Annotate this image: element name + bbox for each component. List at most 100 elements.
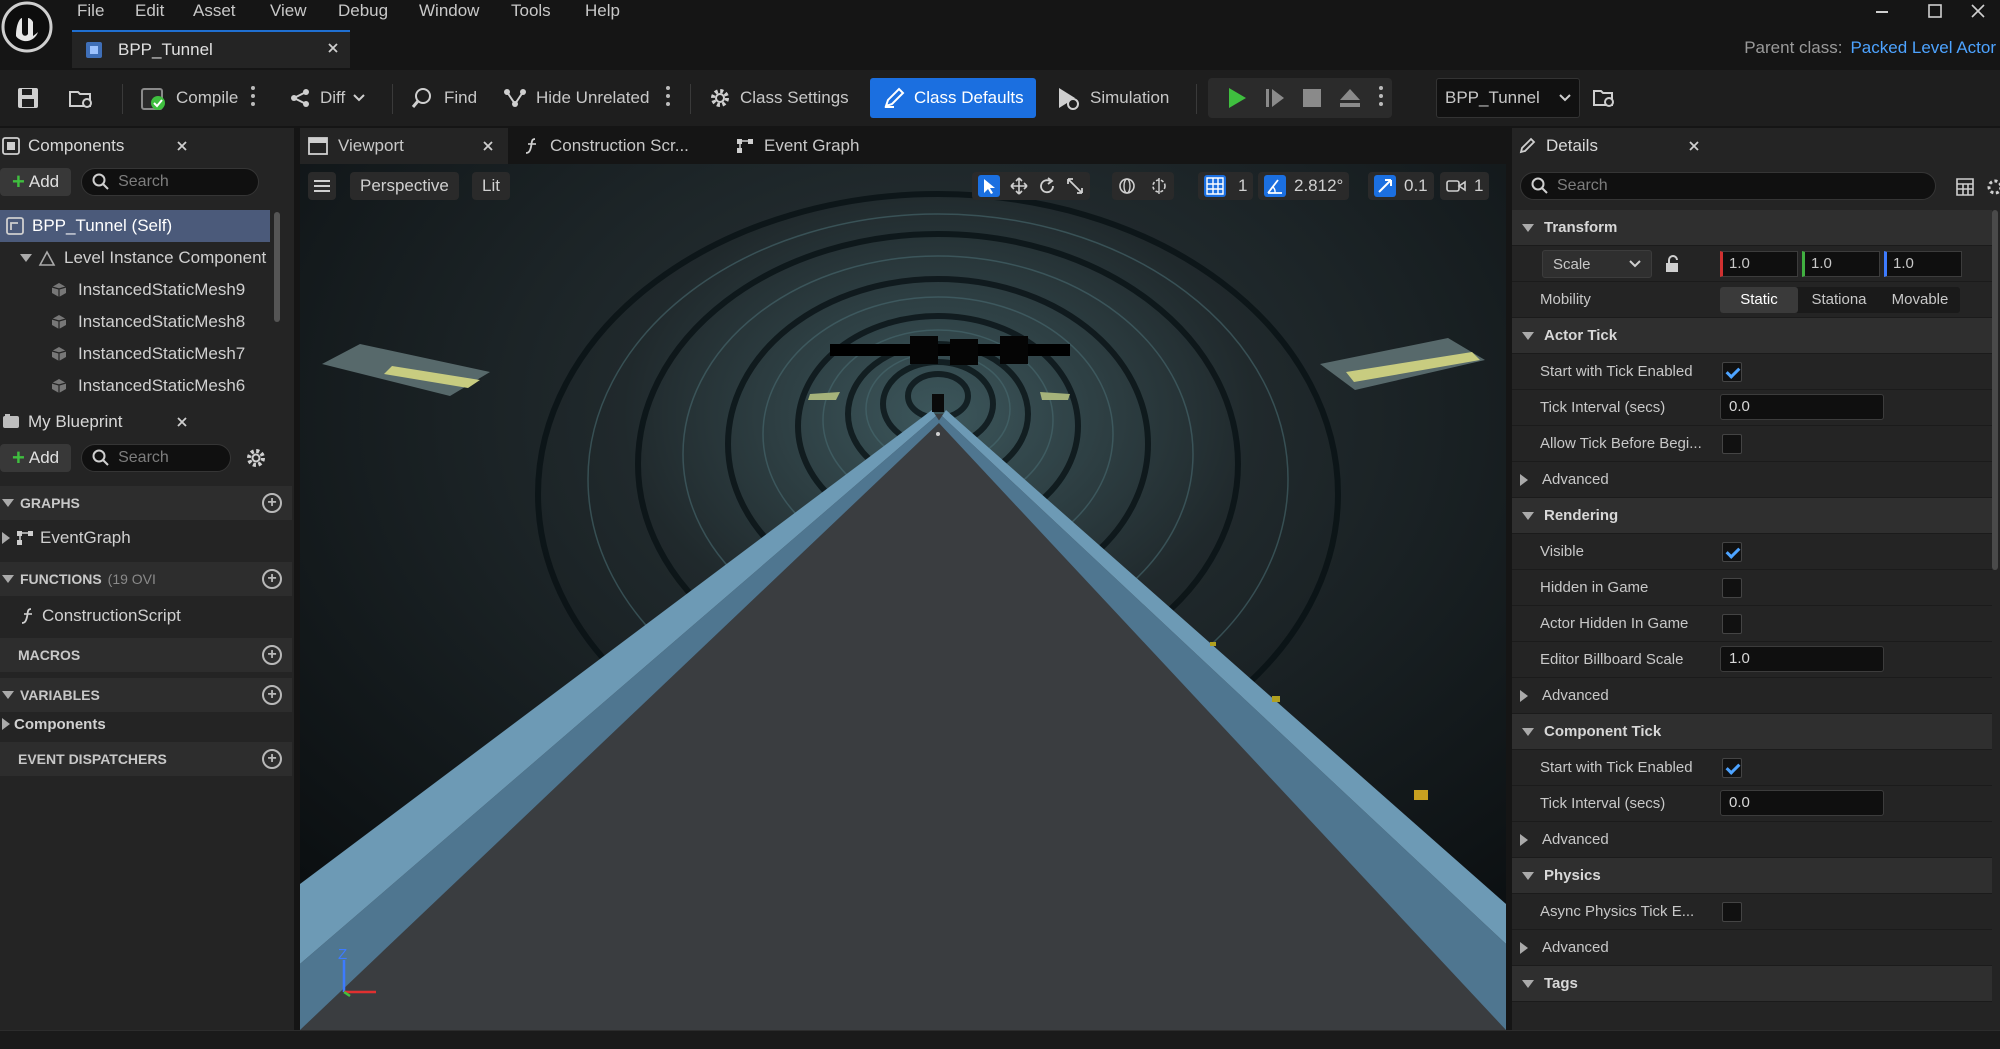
components-scrollbar[interactable] [274, 212, 280, 322]
components-tab[interactable]: Components [0, 128, 200, 164]
rotation-snap-icon[interactable] [1264, 175, 1286, 197]
scale-z-field[interactable]: 1.0 [1884, 251, 1962, 277]
parent-class-link[interactable]: Packed Level Actor [1850, 38, 1996, 58]
details-tab[interactable]: Details [1512, 128, 1712, 164]
tree-item-mesh8[interactable]: InstancedStaticMesh8 [0, 306, 270, 338]
section-component-tick[interactable]: Component Tick [1512, 714, 1992, 750]
tree-item-self[interactable]: BPP_Tunnel (Self) [0, 210, 270, 242]
component-tick-advanced-row[interactable]: Advanced [1512, 822, 1992, 858]
browse-button[interactable] [60, 78, 102, 118]
component-tick-interval-field[interactable]: 0.0 [1720, 790, 1884, 816]
allow-tick-checkbox[interactable] [1722, 433, 1742, 454]
menu-asset[interactable]: Asset [193, 1, 236, 21]
expand-arrow-icon[interactable] [20, 254, 32, 262]
rendering-advanced-row[interactable]: Advanced [1512, 678, 1992, 714]
details-scrollbar[interactable] [1992, 210, 1998, 570]
close-window-icon[interactable] [1958, 0, 1998, 22]
class-defaults-button[interactable]: Class Defaults [870, 78, 1036, 118]
components-search-input[interactable]: Search [81, 168, 260, 196]
viewport-options-button[interactable] [308, 172, 336, 200]
physics-advanced-row[interactable]: Advanced [1512, 930, 1992, 966]
details-settings-gear-icon[interactable] [1986, 178, 2000, 196]
class-settings-button[interactable]: Class Settings [700, 78, 857, 118]
property-matrix-icon[interactable] [1956, 178, 1974, 196]
camera-speed-control[interactable]: 1 [1440, 172, 1490, 200]
tab-construction-script[interactable]: Construction Scr... [524, 128, 689, 164]
menu-window[interactable]: Window [419, 1, 479, 21]
section-event-dispatchers[interactable]: EVENT DISPATCHERS + [0, 742, 292, 776]
scale-y-field[interactable]: 1.0 [1802, 251, 1880, 277]
mobility-static-option[interactable]: Static [1720, 287, 1798, 313]
minimize-icon[interactable] [1862, 0, 1902, 22]
tree-item-level-instance[interactable]: Level Instance Component [0, 242, 270, 274]
scale-x-field[interactable]: 1.0 [1720, 251, 1798, 277]
step-button[interactable] [1256, 78, 1294, 118]
graph-item-eventgraph[interactable]: EventGraph [0, 522, 270, 554]
section-variables[interactable]: VARIABLES + [0, 678, 292, 712]
expand-arrow-icon[interactable] [2, 718, 10, 730]
menu-view[interactable]: View [270, 1, 307, 21]
component-start-tick-checkbox[interactable] [1722, 757, 1742, 778]
rotate-tool-icon[interactable] [1038, 177, 1056, 195]
tab-event-graph[interactable]: Event Graph [736, 128, 859, 164]
menu-debug[interactable]: Debug [338, 1, 388, 21]
tab-viewport[interactable]: Viewport [300, 128, 508, 164]
hide-unrelated-options-icon[interactable] [666, 86, 670, 108]
expand-arrow-icon[interactable] [2, 532, 10, 544]
start-tick-checkbox[interactable] [1722, 361, 1742, 382]
debug-browse-button[interactable] [1584, 78, 1624, 118]
section-transform[interactable]: Transform [1512, 210, 1992, 246]
stop-button[interactable] [1294, 78, 1330, 118]
play-button[interactable] [1218, 78, 1256, 118]
section-physics[interactable]: Physics [1512, 858, 1992, 894]
menu-edit[interactable]: Edit [135, 1, 164, 21]
diff-button[interactable]: Diff [280, 78, 373, 118]
save-button[interactable] [8, 78, 48, 118]
blueprint-search-input[interactable]: Search [81, 444, 232, 472]
variable-category-components[interactable]: Components [0, 710, 270, 738]
debug-object-select[interactable]: BPP_Tunnel [1436, 78, 1580, 118]
lock-icon[interactable] [1664, 255, 1682, 273]
close-tab-icon[interactable] [482, 140, 494, 152]
add-variable-icon[interactable]: + [262, 685, 282, 705]
tree-item-mesh9[interactable]: InstancedStaticMesh9 [0, 274, 270, 306]
grid-snap-control[interactable]: 1 [1198, 172, 1254, 200]
surface-snap-icon[interactable] [1150, 177, 1168, 195]
find-button[interactable]: Find [402, 78, 485, 118]
scale-snap-control[interactable]: 0.1 [1368, 172, 1434, 200]
close-panel-icon[interactable] [176, 416, 188, 428]
mobility-stationary-option[interactable]: Stationa [1798, 287, 1880, 313]
actor-hidden-checkbox[interactable] [1722, 613, 1742, 634]
my-blueprint-tab[interactable]: My Blueprint [0, 404, 200, 440]
rotation-snap-control[interactable]: 2.812° [1258, 172, 1350, 200]
scale-snap-icon[interactable] [1374, 175, 1396, 197]
scale-mode-select[interactable]: Scale [1542, 250, 1652, 278]
close-panel-icon[interactable] [1688, 140, 1700, 152]
grid-snap-icon[interactable] [1204, 175, 1226, 197]
close-tab-icon[interactable] [326, 41, 340, 55]
hidden-in-game-checkbox[interactable] [1722, 577, 1742, 598]
add-macro-icon[interactable]: + [262, 645, 282, 665]
menu-tools[interactable]: Tools [511, 1, 551, 21]
actor-tick-advanced-row[interactable]: Advanced [1512, 462, 1992, 498]
section-functions[interactable]: FUNCTIONS (19 OVI + [0, 562, 292, 596]
lit-mode-button[interactable]: Lit [472, 172, 510, 200]
translate-tool-icon[interactable] [1010, 177, 1028, 195]
compile-options-icon[interactable] [251, 86, 255, 108]
details-search-input[interactable]: Search [1520, 172, 1936, 200]
mobility-movable-option[interactable]: Movable [1880, 287, 1960, 313]
play-options-icon[interactable] [1379, 86, 1383, 108]
menu-file[interactable]: File [77, 1, 104, 21]
tree-item-mesh7[interactable]: InstancedStaticMesh7 [0, 338, 270, 370]
perspective-button[interactable]: Perspective [350, 172, 459, 200]
settings-gear-icon[interactable] [245, 447, 267, 469]
scale-tool-icon[interactable] [1066, 177, 1084, 195]
function-item-construction-script[interactable]: ConstructionScript [0, 600, 270, 632]
add-blueprint-item-button[interactable]: + Add [0, 444, 72, 472]
document-tab[interactable]: BPP_Tunnel [72, 30, 350, 68]
add-function-icon[interactable]: + [262, 569, 282, 589]
tree-item-mesh6[interactable]: InstancedStaticMesh6 [0, 370, 270, 402]
section-rendering[interactable]: Rendering [1512, 498, 1992, 534]
add-component-button[interactable]: + Add [0, 168, 72, 196]
section-macros[interactable]: MACROS + [0, 638, 292, 672]
